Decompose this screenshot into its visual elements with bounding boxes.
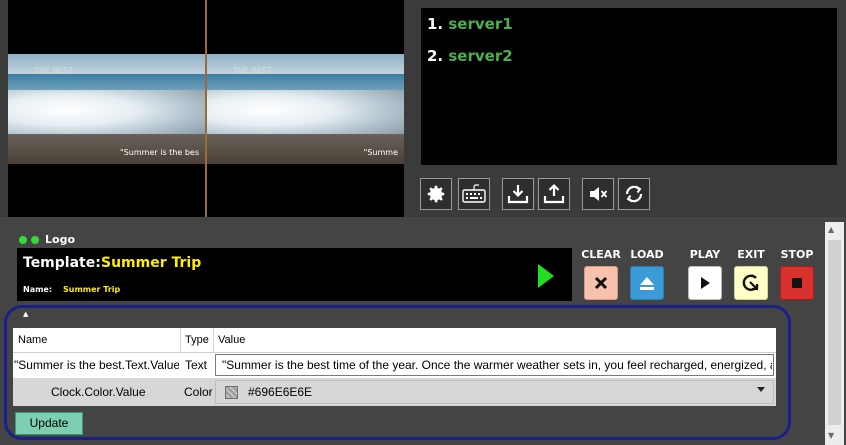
property-name: "Summer is the best.Text.Value	[14, 358, 179, 372]
server-name: server1	[448, 15, 513, 33]
exit-button[interactable]	[734, 266, 768, 300]
color-value: #696E6E6E	[248, 385, 313, 399]
load-button[interactable]	[630, 266, 664, 300]
preview-caption: "Summer is the bes	[120, 148, 199, 157]
text-value: "Summer is the best time of the year. On…	[222, 358, 772, 372]
beach-image: THE BEST "Summe	[207, 54, 404, 164]
properties-table: Name Type Value "Summer is the best.Text…	[13, 328, 776, 406]
template-label: Template:	[23, 255, 101, 271]
keyboard-icon	[462, 184, 486, 203]
refresh-button[interactable]	[618, 178, 650, 210]
scrollbar-thumb[interactable]	[828, 240, 841, 425]
preview-watermark: THE BEST	[233, 66, 273, 75]
keyboard-button[interactable]	[458, 178, 490, 210]
scroll-up-arrow-icon[interactable]: ▲	[828, 225, 834, 234]
server-number: 1.	[427, 15, 444, 33]
property-name: Clock.Color.Value	[51, 385, 146, 399]
text-value-input[interactable]: "Summer is the best time of the year. On…	[215, 354, 774, 376]
preview-screen-1: THE BEST "Summer is the bes	[8, 0, 205, 217]
load-label: LOAD	[630, 248, 664, 261]
download-icon	[507, 185, 529, 204]
server-list: 1. server1 2. server2	[421, 8, 837, 165]
name-label: Name:	[23, 285, 53, 294]
property-type: Color	[184, 385, 213, 399]
update-button[interactable]: Update	[15, 412, 83, 435]
status-dot-icon	[19, 235, 27, 244]
play-icon	[701, 277, 710, 289]
import-button[interactable]	[502, 178, 534, 210]
mute-icon	[590, 187, 608, 201]
gear-icon	[427, 185, 445, 203]
mute-button[interactable]	[582, 178, 614, 210]
server-number: 2.	[427, 47, 444, 65]
playing-indicator-icon	[538, 264, 554, 288]
clear-label: CLEAR	[581, 248, 621, 261]
upload-icon	[543, 183, 565, 204]
stop-button[interactable]	[780, 266, 814, 300]
color-swatch	[225, 386, 238, 399]
column-header-name[interactable]: Name	[13, 328, 47, 352]
close-icon	[594, 276, 608, 290]
template-value: Summer Trip	[101, 255, 202, 271]
server-item-2[interactable]: 2. server2	[427, 47, 513, 65]
color-dropdown[interactable]: #696E6E6E	[215, 380, 774, 404]
export-button[interactable]	[538, 178, 570, 210]
preview-watermark: THE BEST	[34, 66, 74, 75]
exit-icon	[742, 274, 759, 291]
server-item-1[interactable]: 1. server1	[427, 15, 513, 33]
play-button[interactable]	[688, 266, 722, 300]
eject-icon	[640, 277, 654, 290]
refresh-icon	[625, 185, 643, 203]
chevron-down-icon	[757, 387, 765, 392]
column-header-type[interactable]: Type	[180, 328, 209, 352]
beach-image: THE BEST "Summer is the bes	[8, 54, 205, 164]
play-label: PLAY	[689, 248, 721, 261]
preview-screen-2: THE BEST "Summe	[207, 0, 404, 217]
template-info: Template: Summer Trip Name: Summer Trip	[17, 248, 572, 301]
settings-button[interactable]	[420, 178, 452, 210]
layer-header: Logo	[19, 233, 75, 246]
preview-caption: "Summe	[363, 148, 398, 157]
scroll-down-arrow-icon[interactable]: ▼	[828, 431, 834, 440]
collapse-arrow-icon[interactable]: ▲	[23, 310, 28, 318]
server-name: server2	[448, 47, 513, 65]
stop-icon	[792, 278, 802, 288]
layer-label: Logo	[45, 233, 75, 246]
stop-label: STOP	[780, 248, 814, 261]
clear-button[interactable]	[584, 266, 618, 300]
name-value: Summer Trip	[63, 285, 121, 294]
property-type: Text	[185, 358, 208, 372]
status-dot-icon	[31, 235, 39, 244]
column-header-value[interactable]: Value	[213, 328, 245, 352]
exit-label: EXIT	[737, 248, 765, 261]
